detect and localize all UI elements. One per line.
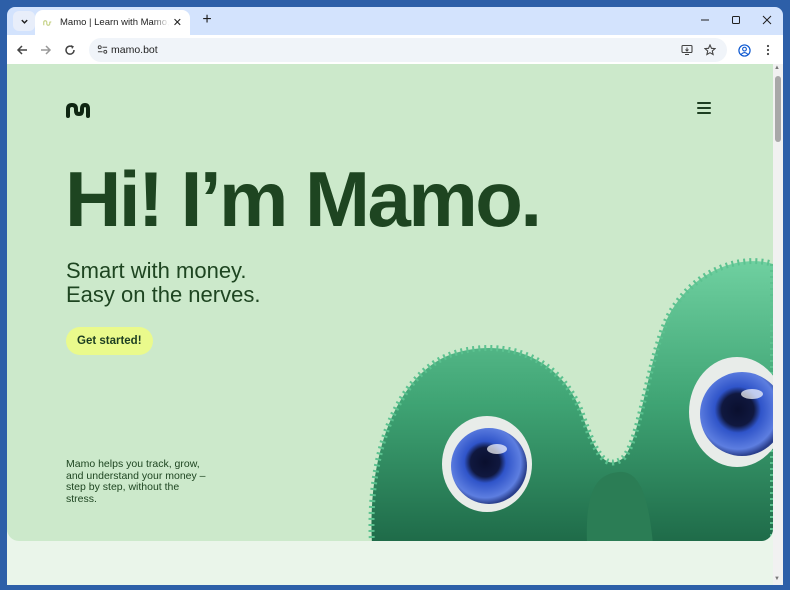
chevron-down-icon [20,19,28,24]
tagline-line-2: Easy on the nerves. [66,282,261,307]
new-tab-button[interactable]: + [198,11,216,29]
browser-menu-button[interactable] [758,40,778,60]
address-bar[interactable]: mamo.bot [89,38,727,62]
tab-title: Mamo | Learn with Mamo, Earn [60,17,169,28]
page-scrollbar[interactable]: ▲ ▼ [773,64,783,585]
profile-button[interactable] [734,40,754,60]
close-icon [762,15,772,25]
kebab-menu-icon [766,44,770,56]
scrollbar-thumb[interactable] [775,76,781,142]
arrow-left-icon [16,45,27,55]
tab-close-icon[interactable]: ✕ [173,16,182,29]
maximize-icon [732,16,740,24]
hero-description: Mamo helps you track, grow, and understa… [66,458,206,505]
minimize-icon [701,19,709,21]
back-button[interactable] [12,40,32,60]
tab-mamo[interactable]: Mamo | Learn with Mamo, Earn ✕ [35,10,190,35]
url-text: mamo.bot [111,44,158,56]
hamburger-menu-icon[interactable] [697,102,711,114]
install-app-icon[interactable] [681,44,693,56]
tab-strip: Mamo | Learn with Mamo, Earn ✕ + [7,7,783,35]
site-info-icon[interactable] [97,44,108,55]
browser-toolbar: mamo.bot [7,35,783,64]
page-viewport: Hi! I’m Mamo. Smart with money. Easy on … [7,64,783,585]
minimize-button[interactable] [690,7,720,33]
hero-tagline: Smart with money. Easy on the nerves. [66,259,260,307]
favicon-icon [43,18,52,27]
scroll-up-arrow-icon[interactable]: ▲ [774,65,780,71]
profile-icon [737,43,751,57]
bookmark-star-icon[interactable] [704,44,716,56]
hero-section: Hi! I’m Mamo. Smart with money. Easy on … [7,64,773,541]
scroll-down-arrow-icon[interactable]: ▼ [774,576,780,582]
mamo-mascot-image [368,258,773,541]
get-started-button[interactable]: Get started! [66,327,153,355]
browser-window: Mamo | Learn with Mamo, Earn ✕ + mamo.bo… [7,7,783,585]
mamo-logo-icon [66,102,90,118]
close-window-button[interactable] [752,7,782,33]
forward-button[interactable] [36,40,56,60]
mamo-logo[interactable] [65,102,91,123]
reload-button[interactable] [60,40,80,60]
reload-icon [65,45,75,55]
hero-headline: Hi! I’m Mamo. [65,155,542,243]
tagline-line-1: Smart with money. [66,258,247,283]
arrow-right-icon [41,45,52,55]
tab-search-button[interactable] [13,11,35,31]
maximize-button[interactable] [721,7,751,33]
